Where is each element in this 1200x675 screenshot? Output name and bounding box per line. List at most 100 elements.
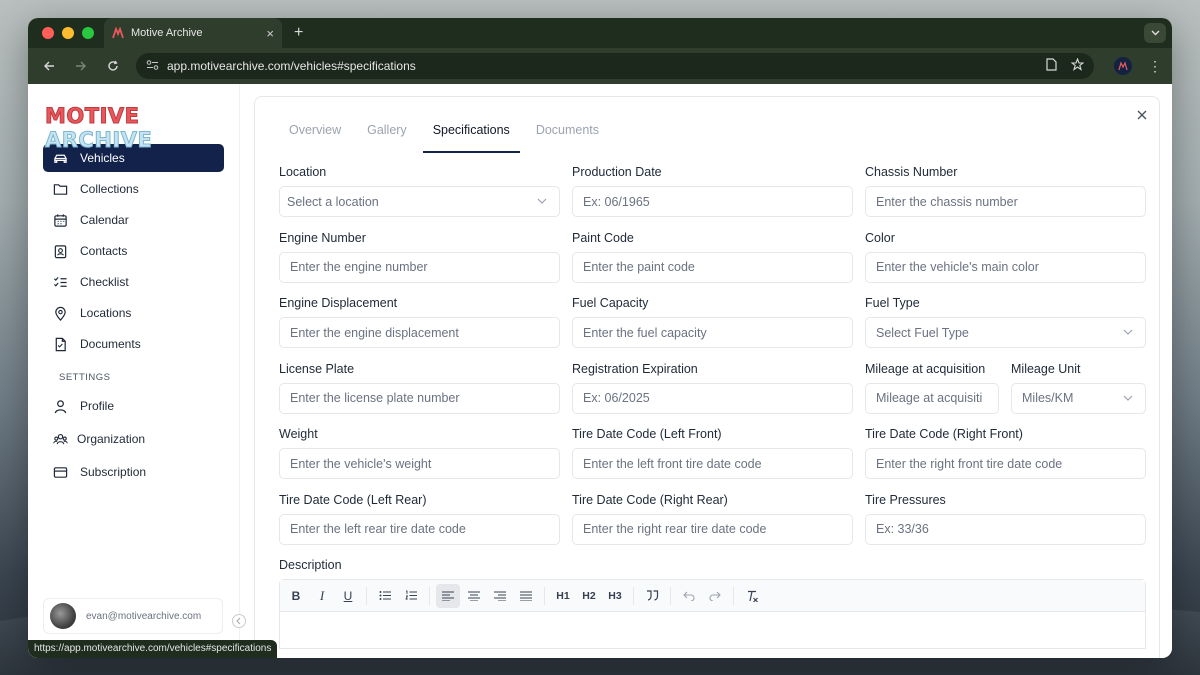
bullet-list-icon[interactable] bbox=[373, 584, 397, 608]
sidebar-item-subscription[interactable]: Subscription bbox=[43, 457, 224, 487]
tab-gallery[interactable]: Gallery bbox=[357, 115, 417, 153]
browser-tab[interactable]: Motive Archive × bbox=[104, 18, 282, 48]
back-arrow-icon[interactable] bbox=[36, 53, 62, 79]
app-root: MOTIVE ARCHIVE Vehicles Collections Cale… bbox=[28, 84, 1172, 658]
main-nav: Vehicles Collections Calendar Contacts C… bbox=[43, 144, 224, 358]
motive-favicon-icon bbox=[112, 27, 124, 39]
heading-2-button[interactable]: H2 bbox=[577, 584, 601, 608]
quote-icon[interactable] bbox=[640, 584, 664, 608]
reload-icon[interactable] bbox=[100, 53, 126, 79]
tab-search-button[interactable] bbox=[1144, 23, 1166, 43]
page-info-icon[interactable] bbox=[1046, 58, 1057, 74]
heading-1-button[interactable]: H1 bbox=[551, 584, 575, 608]
redo-icon[interactable] bbox=[703, 584, 727, 608]
align-right-icon[interactable] bbox=[488, 584, 512, 608]
link-hover-status: https://app.motivearchive.com/vehicles#s… bbox=[28, 640, 278, 658]
sidebar-item-locations[interactable]: Locations bbox=[43, 299, 224, 327]
mileage-acquisition-field: Mileage at acquisition Mileage at acquis… bbox=[865, 360, 999, 426]
mileage-acquisition-input[interactable]: Mileage at acquisiti bbox=[865, 382, 999, 414]
mileage-unit-field: Mileage Unit Miles/KM bbox=[1011, 360, 1146, 426]
production-date-field: Production Date Ex: 06/1965 bbox=[572, 163, 853, 229]
sidebar-item-contacts[interactable]: Contacts bbox=[43, 237, 224, 265]
sidebar-item-label: Contacts bbox=[80, 244, 128, 258]
sidebar-item-calendar[interactable]: Calendar bbox=[43, 206, 224, 234]
italic-button[interactable]: I bbox=[310, 584, 334, 608]
align-left-icon[interactable] bbox=[436, 583, 460, 608]
engine-displacement-field: Engine Displacement Enter the engine dis… bbox=[279, 294, 560, 360]
window-controls bbox=[28, 27, 104, 39]
close-icon[interactable] bbox=[1137, 107, 1147, 124]
site-settings-icon[interactable] bbox=[146, 59, 159, 74]
fuel-type-select[interactable]: Select Fuel Type bbox=[865, 317, 1146, 348]
tab-documents[interactable]: Documents bbox=[526, 115, 609, 153]
chassis-number-input[interactable]: Enter the chassis number bbox=[865, 186, 1146, 217]
tire-pressures-input[interactable]: Ex: 33/36 bbox=[865, 513, 1146, 545]
fuel-capacity-input[interactable]: Enter the fuel capacity bbox=[572, 317, 853, 348]
tire-left-rear-input[interactable]: Enter the left rear tire date code bbox=[279, 513, 560, 545]
car-icon bbox=[52, 150, 68, 166]
browser-menu-icon[interactable]: ⋮ bbox=[1146, 58, 1164, 75]
tire-right-front-input[interactable]: Enter the right front tire date code bbox=[865, 448, 1146, 479]
new-tab-button[interactable]: + bbox=[294, 24, 303, 42]
field-label: Mileage Unit bbox=[1011, 361, 1081, 376]
bookmark-star-icon[interactable] bbox=[1070, 57, 1085, 74]
tire-left-front-input[interactable]: Enter the left front tire date code bbox=[572, 448, 853, 479]
vehicle-specifications-panel: Overview Gallery Specifications Document… bbox=[254, 96, 1160, 658]
location-select[interactable]: Select a location bbox=[279, 186, 560, 217]
tab-title: Motive Archive bbox=[131, 27, 203, 39]
toolbar-divider bbox=[429, 586, 430, 605]
main-content: Overview Gallery Specifications Document… bbox=[240, 84, 1172, 658]
field-label: Tire Date Code (Right Rear) bbox=[572, 492, 728, 507]
tire-right-rear-input[interactable]: Enter the right rear tire date code bbox=[572, 513, 853, 545]
license-plate-input[interactable]: Enter the license plate number bbox=[279, 382, 560, 414]
close-window-button[interactable] bbox=[42, 27, 54, 39]
engine-number-input[interactable]: Enter the engine number bbox=[279, 251, 560, 283]
bold-button[interactable]: B bbox=[284, 584, 308, 608]
underline-button[interactable]: U bbox=[336, 584, 360, 608]
field-label: Tire Date Code (Right Front) bbox=[865, 427, 1023, 441]
field-label: Engine Number bbox=[279, 230, 366, 245]
url-text[interactable]: app.motivearchive.com/vehicles#specifica… bbox=[167, 59, 1038, 73]
production-date-input[interactable]: Ex: 06/1965 bbox=[572, 186, 853, 217]
mileage-unit-select[interactable]: Miles/KM bbox=[1011, 382, 1146, 414]
undo-icon[interactable] bbox=[677, 584, 701, 608]
tab-specifications[interactable]: Specifications bbox=[422, 115, 520, 153]
minimize-window-button[interactable] bbox=[62, 27, 74, 39]
tab-close-icon[interactable]: × bbox=[266, 26, 274, 41]
sidebar-item-documents[interactable]: Documents bbox=[43, 330, 224, 358]
align-center-icon[interactable] bbox=[462, 584, 486, 608]
sidebar-item-organization[interactable]: Organization bbox=[43, 424, 224, 454]
address-bar[interactable]: app.motivearchive.com/vehicles#specifica… bbox=[136, 53, 1094, 79]
field-label: Chassis Number bbox=[865, 165, 958, 179]
tab-strip: Motive Archive × + bbox=[28, 18, 1172, 48]
registration-expiration-field: Registration Expiration Ex: 06/2025 bbox=[572, 360, 853, 426]
align-justify-icon[interactable] bbox=[514, 584, 538, 608]
field-label: Production Date bbox=[572, 165, 662, 179]
fuel-capacity-field: Fuel Capacity Enter the fuel capacity bbox=[572, 294, 853, 360]
sidebar-item-checklist[interactable]: Checklist bbox=[43, 268, 224, 296]
weight-input[interactable]: Enter the vehicle's weight bbox=[279, 448, 560, 479]
description-label: Description bbox=[279, 558, 342, 572]
user-account-card[interactable]: evan@motivearchive.com bbox=[43, 598, 223, 634]
field-label: Tire Pressures bbox=[865, 492, 946, 507]
paint-code-input[interactable]: Enter the paint code bbox=[572, 251, 853, 283]
paint-code-field: Paint Code Enter the paint code bbox=[572, 229, 853, 295]
motive-archive-logo[interactable]: MOTIVE ARCHIVE bbox=[44, 104, 224, 153]
heading-3-button[interactable]: H3 bbox=[603, 584, 627, 608]
sidebar-item-profile[interactable]: Profile bbox=[43, 391, 224, 421]
color-input[interactable]: Enter the vehicle's main color bbox=[865, 251, 1146, 283]
description-editor[interactable]: B I U H1 H2 H3 bbox=[279, 579, 1146, 649]
sidebar-item-label: Checklist bbox=[80, 275, 129, 289]
engine-displacement-input[interactable]: Enter the engine displacement bbox=[279, 317, 560, 348]
profile-avatar-icon[interactable] bbox=[1114, 57, 1132, 75]
sidebar-item-collections[interactable]: Collections bbox=[43, 175, 224, 203]
location-field: Location Select a location bbox=[279, 163, 560, 229]
tab-overview[interactable]: Overview bbox=[279, 115, 351, 153]
clear-formatting-icon[interactable] bbox=[740, 584, 764, 608]
tire-left-rear-field: Tire Date Code (Left Rear) Enter the lef… bbox=[279, 491, 560, 557]
registration-expiration-input[interactable]: Ex: 06/2025 bbox=[572, 382, 853, 414]
numbered-list-icon[interactable] bbox=[399, 584, 423, 608]
maximize-window-button[interactable] bbox=[82, 27, 94, 39]
field-label: Engine Displacement bbox=[279, 296, 398, 310]
forward-arrow-icon[interactable] bbox=[68, 53, 94, 79]
